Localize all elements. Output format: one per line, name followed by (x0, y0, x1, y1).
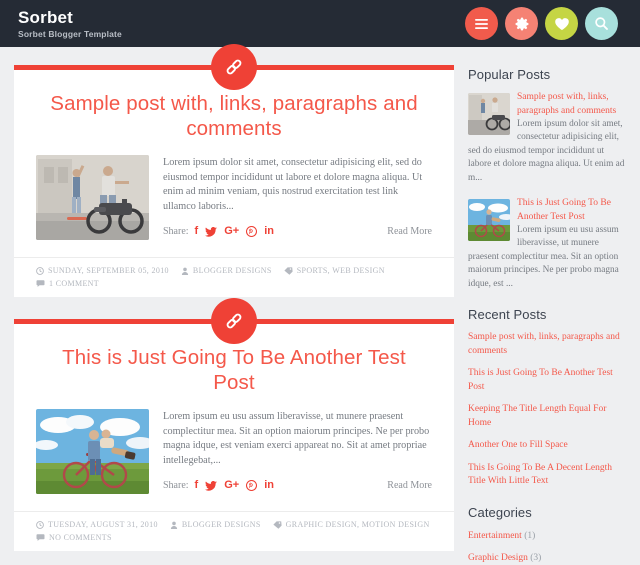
link-icon (211, 298, 257, 344)
widget-popular-posts: Popular Posts Sample post with, links, p… (468, 67, 626, 291)
linkedin-icon[interactable]: in (264, 226, 274, 237)
googleplus-icon[interactable]: G+ (224, 480, 239, 491)
meta-author-text[interactable]: BLOGGER DESIGNS (193, 266, 272, 275)
meta-author: BLOGGER DESIGNS (181, 266, 272, 275)
meta-date: TUESDAY, AUGUST 31, 2010 (36, 520, 158, 529)
meta-comments: 1 COMMENT (36, 279, 99, 288)
share-label: Share: (163, 226, 189, 238)
post-meta: TUESDAY, AUGUST 31, 2010 BLOGGER DESIGNS… (14, 511, 454, 551)
user-icon (170, 521, 177, 529)
popular-post-thumbnail[interactable] (468, 93, 510, 135)
recent-post-link[interactable]: Sample post with, links, paragraphs and … (468, 331, 626, 358)
post-card: Sample post with, links, paragraphs and … (14, 44, 454, 297)
pinterest-icon[interactable] (246, 226, 258, 238)
comment-icon (36, 533, 45, 541)
search-icon[interactable] (585, 7, 618, 40)
tag-icon (284, 266, 293, 275)
recent-post-link[interactable]: This Is Going To Be A Decent Length Titl… (468, 462, 626, 489)
meta-date-text: SUNDAY, SEPTEMBER 05, 2010 (48, 266, 169, 275)
facebook-icon[interactable]: f (195, 226, 199, 237)
site-header: Sorbet Sorbet Blogger Template (0, 0, 640, 47)
user-icon (181, 267, 189, 275)
read-more-link[interactable]: Read More (387, 480, 432, 491)
meta-labels: GRAPHIC DESIGN, MOTION DESIGN (273, 520, 430, 529)
post-excerpt: Lorem ipsum eu usu assum liberavisse, ut… (163, 411, 430, 466)
post-thumbnail[interactable] (36, 155, 149, 240)
share-row: Share: f G+ in Read More (163, 226, 432, 238)
popular-post-thumbnail[interactable] (468, 199, 510, 242)
widget-title: Popular Posts (468, 67, 551, 82)
post-meta: SUNDAY, SEPTEMBER 05, 2010 BLOGGER DESIG… (14, 257, 454, 297)
post-text-column: Lorem ipsum dolor sit amet, consectetur … (163, 155, 432, 240)
site-branding[interactable]: Sorbet Sorbet Blogger Template (18, 8, 122, 40)
widget-title: Recent Posts (468, 307, 547, 323)
twitter-icon[interactable] (205, 226, 218, 237)
meta-author-text[interactable]: BLOGGER DESIGNS (182, 520, 261, 529)
post-excerpt: Lorem ipsum dolor sit amet, consectetur … (163, 157, 423, 212)
linkedin-icon[interactable]: in (264, 480, 274, 491)
main-content: Sample post with, links, paragraphs and … (14, 44, 454, 565)
meta-author: BLOGGER DESIGNS (170, 520, 261, 529)
recent-post-link[interactable]: Another One to Fill Space (468, 439, 626, 453)
recent-post-link[interactable]: Keeping The Title Length Equal For Home (468, 403, 626, 430)
site-subtitle: Sorbet Blogger Template (18, 28, 122, 39)
widget-categories: Categories Entertainment (1) Graphic Des… (468, 505, 626, 565)
meta-labels-text[interactable]: GRAPHIC DESIGN, MOTION DESIGN (286, 520, 430, 529)
share-row: Share: f G+ in Read More (163, 480, 432, 492)
twitter-icon[interactable] (205, 480, 218, 491)
category-count: (3) (530, 552, 542, 563)
sidebar: Popular Posts Sample post with, links, p… (468, 65, 626, 565)
post-thumbnail[interactable] (36, 409, 149, 494)
share-label: Share: (163, 480, 189, 492)
meta-date: SUNDAY, SEPTEMBER 05, 2010 (36, 266, 169, 275)
tag-icon (273, 520, 282, 529)
widget-recent-posts: Recent Posts Sample post with, links, pa… (468, 307, 626, 489)
widget-title: Categories (468, 504, 532, 520)
category-label: Entertainment (468, 530, 522, 541)
category-count: (1) (524, 530, 536, 541)
meta-date-text: TUESDAY, AUGUST 31, 2010 (48, 520, 158, 529)
share-icon-group: f G+ in (195, 226, 274, 238)
clock-icon (36, 520, 44, 529)
recent-post-link[interactable]: This is Just Going To Be Another Test Po… (468, 367, 626, 394)
facebook-icon[interactable]: f (195, 480, 199, 491)
category-item[interactable]: Entertainment (1) (468, 529, 626, 543)
gear-icon[interactable] (505, 7, 538, 40)
category-item[interactable]: Graphic Design (3) (468, 551, 626, 565)
header-icon-group (465, 7, 618, 40)
clock-icon (36, 266, 44, 275)
meta-comments-text[interactable]: 1 COMMENT (49, 279, 99, 288)
read-more-link[interactable]: Read More (387, 226, 432, 237)
popular-post-item: Sample post with, links, paragraphs and … (468, 91, 626, 185)
meta-labels-text[interactable]: SPORTS, WEB DESIGN (297, 266, 385, 275)
share-icon-group: f G+ in (195, 480, 274, 492)
content-wrapper: Sample post with, links, paragraphs and … (0, 44, 640, 565)
popular-post-item: This is Just Going To Be Another Test Po… (468, 197, 626, 291)
pinterest-icon[interactable] (246, 480, 258, 492)
comment-icon (36, 279, 45, 287)
menu-icon[interactable] (465, 7, 498, 40)
post-card: This is Just Going To Be Another Test Po… (14, 298, 454, 551)
meta-labels: SPORTS, WEB DESIGN (284, 266, 385, 275)
post-body: Lorem ipsum eu usu assum liberavisse, ut… (36, 409, 432, 498)
meta-comments-text[interactable]: NO COMMENTS (49, 533, 112, 542)
heart-icon[interactable] (545, 7, 578, 40)
googleplus-icon[interactable]: G+ (224, 226, 239, 237)
link-icon (211, 44, 257, 90)
site-title: Sorbet (18, 7, 74, 27)
meta-comments: NO COMMENTS (36, 533, 112, 542)
category-label: Graphic Design (468, 552, 528, 563)
post-text-column: Lorem ipsum eu usu assum liberavisse, ut… (163, 409, 432, 494)
post-body: Lorem ipsum dolor sit amet, consectetur … (36, 155, 432, 244)
page-root: Sorbet Sorbet Blogger Template Sample po… (0, 0, 640, 565)
